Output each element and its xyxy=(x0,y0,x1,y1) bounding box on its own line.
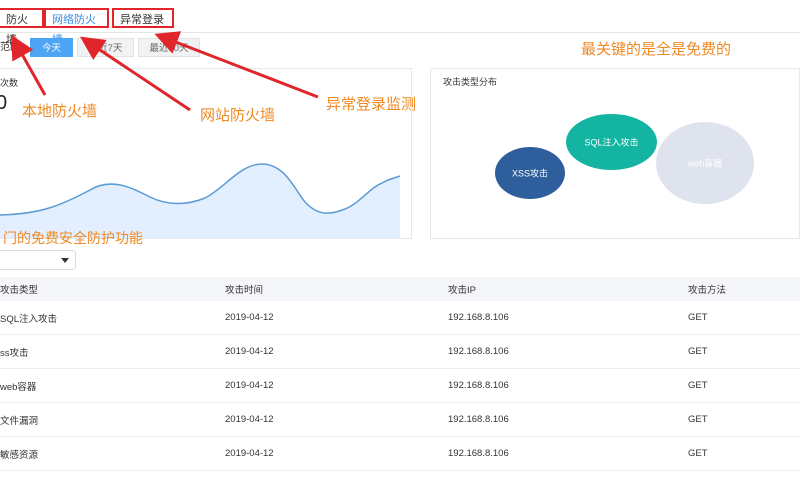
tab-network-firewall[interactable]: 网络防火墙 xyxy=(44,8,109,46)
bubble-sql-injection[interactable]: SQL注入攻击 xyxy=(566,114,657,170)
cell-ip: 192.168.8.106 xyxy=(448,402,688,437)
bubble-xss-label: XSS攻击 xyxy=(511,168,548,179)
annotation-features: 门的免费安全防护功能 xyxy=(3,231,143,247)
cell-method: GET xyxy=(688,402,800,437)
cell-type: 文件漏洞 xyxy=(0,402,225,437)
range-label: 范围 xyxy=(0,42,20,53)
attack-type-select[interactable] xyxy=(0,250,76,270)
header-attack-method: 攻击方法 xyxy=(688,277,800,301)
bubble-web-label: web容器 xyxy=(687,158,723,169)
cell-method: GET xyxy=(688,334,800,369)
table-row[interactable]: 文件漏洞 2019-04-12 192.168.8.106 GET xyxy=(0,402,800,437)
annotation-abnormal-login: 异常登录监测 xyxy=(326,95,417,113)
range-7days-button[interactable]: 最近7天 xyxy=(77,38,134,57)
cell-type: SQL注入攻击 xyxy=(0,301,225,335)
table-header-row: 攻击类型 攻击时间 攻击IP 攻击方法 xyxy=(0,277,800,301)
table-row[interactable]: web容器 2019-04-12 192.168.8.106 GET xyxy=(0,368,800,403)
cell-type: 敏感资源 xyxy=(0,436,225,471)
cell-ip: 192.168.8.106 xyxy=(448,368,688,403)
cell-time: 2019-04-12 xyxy=(225,436,448,471)
cell-time: 2019-04-12 xyxy=(225,301,448,335)
attack-type-title: 攻击类型分布 xyxy=(443,77,498,87)
header-attack-time: 攻击时间 xyxy=(225,277,448,301)
cell-type: ss攻击 xyxy=(0,334,225,369)
cell-time: 2019-04-12 xyxy=(225,402,448,437)
attack-count-value: 0 xyxy=(0,92,8,114)
annotation-web-firewall: 网站防火墙 xyxy=(200,106,276,124)
bubble-xss[interactable]: XSS攻击 xyxy=(495,147,565,199)
range-30days-button[interactable]: 最近30天 xyxy=(138,38,200,57)
range-today-button[interactable]: 今天 xyxy=(30,38,73,57)
table-row[interactable]: 敏感资源 2019-04-12 192.168.8.106 GET xyxy=(0,436,800,471)
attack-count-title: 次数 xyxy=(0,78,19,88)
bubble-sql-label: SQL注入攻击 xyxy=(584,137,639,148)
tab-bar: 防火墙 网络防火墙 异常登录 xyxy=(0,0,800,46)
table-row[interactable]: ss攻击 2019-04-12 192.168.8.106 GET xyxy=(0,334,800,369)
cell-method: GET xyxy=(688,368,800,403)
cell-time: 2019-04-12 xyxy=(225,368,448,403)
cell-method: GET xyxy=(688,301,800,335)
cell-method: GET xyxy=(688,436,800,471)
cell-type: web容器 xyxy=(0,368,225,403)
header-attack-ip: 攻击IP xyxy=(448,277,688,301)
annotation-local-firewall: 本地防火墙 xyxy=(22,102,98,120)
chevron-down-icon xyxy=(61,258,69,263)
attack-log-table: 攻击类型 攻击时间 攻击IP 攻击方法 SQL注入攻击 2019-04-12 1… xyxy=(0,277,800,471)
table-row[interactable]: SQL注入攻击 2019-04-12 192.168.8.106 GET xyxy=(0,301,800,335)
cell-ip: 192.168.8.106 xyxy=(448,334,688,369)
annotation-key-point: 最关键的是全是免费的 xyxy=(581,40,732,58)
tab-abnormal-login[interactable]: 异常登录 xyxy=(112,8,174,28)
header-attack-type: 攻击类型 xyxy=(0,277,225,301)
cell-time: 2019-04-12 xyxy=(225,334,448,369)
cell-ip: 192.168.8.106 xyxy=(448,301,688,335)
cell-ip: 192.168.8.106 xyxy=(448,436,688,471)
bubble-web-container[interactable]: web容器 xyxy=(656,122,754,204)
tab-local-firewall[interactable]: 防火墙 xyxy=(0,8,44,46)
